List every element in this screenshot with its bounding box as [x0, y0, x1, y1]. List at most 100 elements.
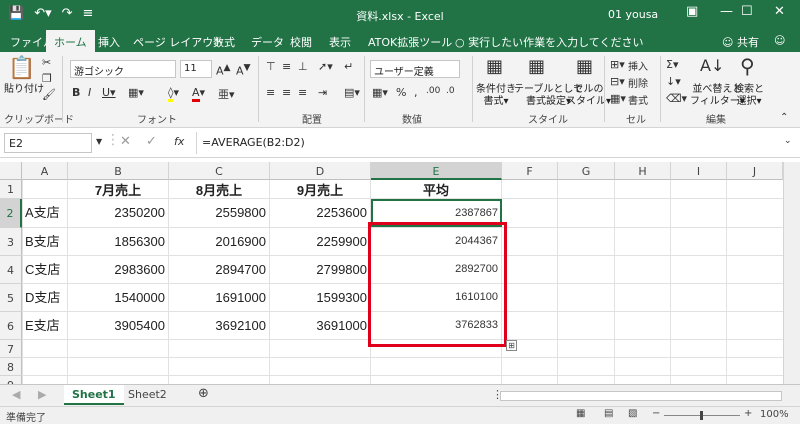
cell-b4[interactable]: 2983600	[68, 256, 169, 284]
cell-c1[interactable]: 8月売上	[169, 180, 270, 199]
shrink-font-icon[interactable]: A▼	[236, 62, 251, 78]
cell-a3[interactable]: B支店	[22, 228, 68, 256]
cell-d4[interactable]: 2799800	[270, 256, 371, 284]
close-icon[interactable]: ✕	[774, 4, 785, 19]
italic-icon[interactable]: I	[88, 86, 91, 99]
format-painter-icon[interactable]: 🖌	[42, 88, 56, 101]
insert-cells-label[interactable]: 挿入	[628, 58, 648, 73]
align-bottom-icon[interactable]: ⊥	[298, 60, 308, 73]
font-name-box[interactable]: 游ゴシック	[70, 60, 176, 78]
cell-b5[interactable]: 1540000	[68, 284, 169, 312]
bold-icon[interactable]: B	[72, 86, 80, 99]
cell-d3[interactable]: 2259900	[270, 228, 371, 256]
row-header[interactable]: 8	[0, 358, 22, 376]
column-header[interactable]: J	[727, 162, 783, 180]
paste-label[interactable]: 貼り付け	[4, 84, 44, 96]
delete-cells-icon[interactable]: ⊟▾	[610, 75, 625, 88]
scroll-left-icon[interactable]: ◀	[4, 385, 28, 405]
find-select-icon[interactable]: ⚲	[740, 54, 755, 78]
cell-b6[interactable]: 3905400	[68, 312, 169, 340]
cell-b2[interactable]: 2350200	[68, 199, 169, 228]
row-header[interactable]: 9	[0, 376, 22, 384]
cell-c3[interactable]: 2016900	[169, 228, 270, 256]
delete-cells-label[interactable]: 削除	[628, 75, 648, 90]
row-header[interactable]: 5	[0, 284, 22, 312]
percent-icon[interactable]: %	[396, 86, 406, 99]
cell-b3[interactable]: 1856300	[68, 228, 169, 256]
font-color-icon[interactable]: A▾	[192, 86, 205, 102]
conditional-formatting-icon[interactable]: ▦	[486, 56, 503, 77]
cell-d2[interactable]: 2253600	[270, 199, 371, 228]
column-header[interactable]: B	[68, 162, 169, 180]
maximize-icon[interactable]: ☐	[741, 4, 753, 19]
cell-c4[interactable]: 2894700	[169, 256, 270, 284]
row-header[interactable]: 7	[0, 340, 22, 358]
page-layout-view-icon[interactable]: ▤	[604, 408, 613, 419]
cell-d6[interactable]: 3691000	[270, 312, 371, 340]
tab-view[interactable]: 表示	[329, 34, 351, 50]
merge-center-icon[interactable]: ▤▾	[344, 86, 360, 99]
fill-icon[interactable]: ↓▾	[666, 75, 681, 88]
horizontal-scrollbar[interactable]	[500, 391, 782, 401]
insert-cells-icon[interactable]: ⊞▾	[610, 58, 625, 71]
copy-icon[interactable]: ❐	[42, 72, 52, 85]
select-all-corner[interactable]	[0, 162, 22, 180]
align-center-icon[interactable]: ≡	[282, 86, 291, 99]
sort-filter-icon[interactable]: A↓	[700, 56, 724, 75]
vertical-scrollbar[interactable]	[783, 162, 800, 384]
borders-icon[interactable]: ▦▾	[128, 86, 144, 99]
cell-styles-icon[interactable]: ▦	[576, 56, 593, 77]
row-header[interactable]: 6	[0, 312, 22, 340]
column-header[interactable]: H	[615, 162, 671, 180]
zoom-slider-thumb[interactable]	[700, 411, 703, 420]
column-header[interactable]: I	[671, 162, 727, 180]
row-header[interactable]: 2	[0, 199, 22, 228]
column-header[interactable]: C	[169, 162, 270, 180]
align-right-icon[interactable]: ≡	[298, 86, 307, 99]
tab-atok[interactable]: ATOK拡張ツール	[368, 34, 452, 50]
enter-icon[interactable]: ✓	[146, 134, 157, 149]
format-cells-label[interactable]: 書式	[628, 92, 648, 107]
sheet-tab-sheet2[interactable]: Sheet2	[120, 385, 175, 405]
name-box-dropdown-icon[interactable]: ▼	[96, 137, 102, 146]
increase-decimal-icon[interactable]: .00	[426, 86, 440, 96]
comma-icon[interactable]: ,	[414, 86, 418, 99]
clear-icon[interactable]: ⌫▾	[666, 92, 687, 105]
cut-icon[interactable]: ✂	[42, 56, 51, 69]
column-header[interactable]: D	[270, 162, 371, 180]
tab-home[interactable]: ホーム	[46, 30, 95, 52]
cell-a5[interactable]: D支店	[22, 284, 68, 312]
tell-me-box[interactable]: ○ 実行したい作業を入力してください	[455, 34, 643, 50]
quick-analysis-icon[interactable]: ⊞	[506, 340, 517, 351]
formula-content[interactable]: =AVERAGE(B2:D2)	[202, 136, 305, 149]
wrap-text-icon[interactable]: ↵	[344, 60, 353, 73]
fill-color-icon[interactable]: ◊▾	[168, 86, 179, 102]
align-middle-icon[interactable]: ≡	[282, 60, 291, 73]
cell-e1[interactable]: 平均	[371, 180, 502, 199]
normal-view-icon[interactable]: ▦	[576, 408, 585, 419]
orientation-icon[interactable]: ➚▾	[318, 60, 333, 73]
cell-d5[interactable]: 1599300	[270, 284, 371, 312]
share-button[interactable]: ☺ 共有	[722, 34, 759, 50]
tab-page-layout[interactable]: ページ レイアウト	[133, 34, 224, 50]
zoom-level[interactable]: 100%	[760, 409, 789, 420]
zoom-in-icon[interactable]: +	[744, 408, 752, 419]
align-left-icon[interactable]: ≡	[266, 86, 275, 99]
decrease-decimal-icon[interactable]: .0	[446, 86, 455, 96]
find-select-label[interactable]: 検索と 選択▾	[734, 84, 764, 108]
row-header[interactable]: 1	[0, 180, 22, 199]
number-format-box[interactable]: ユーザー定義	[370, 60, 460, 78]
indent-icon[interactable]: ⇥	[318, 86, 327, 99]
cell-a6[interactable]: E支店	[22, 312, 68, 340]
add-sheet-icon[interactable]: ⊕	[190, 385, 217, 405]
name-box[interactable]: E2	[4, 133, 92, 153]
row-header[interactable]: 3	[0, 228, 22, 256]
cell-d1[interactable]: 9月売上	[270, 180, 371, 199]
tab-formulas[interactable]: 数式	[213, 34, 235, 50]
font-size-box[interactable]: 11	[180, 60, 212, 78]
cell-a4[interactable]: C支店	[22, 256, 68, 284]
format-cells-icon[interactable]: ▦▾	[610, 92, 626, 105]
tab-review[interactable]: 校閲	[290, 34, 312, 50]
collapse-ribbon-icon[interactable]: ⌃	[780, 112, 788, 123]
conditional-formatting-label[interactable]: 条件付き 書式▾	[476, 84, 516, 108]
